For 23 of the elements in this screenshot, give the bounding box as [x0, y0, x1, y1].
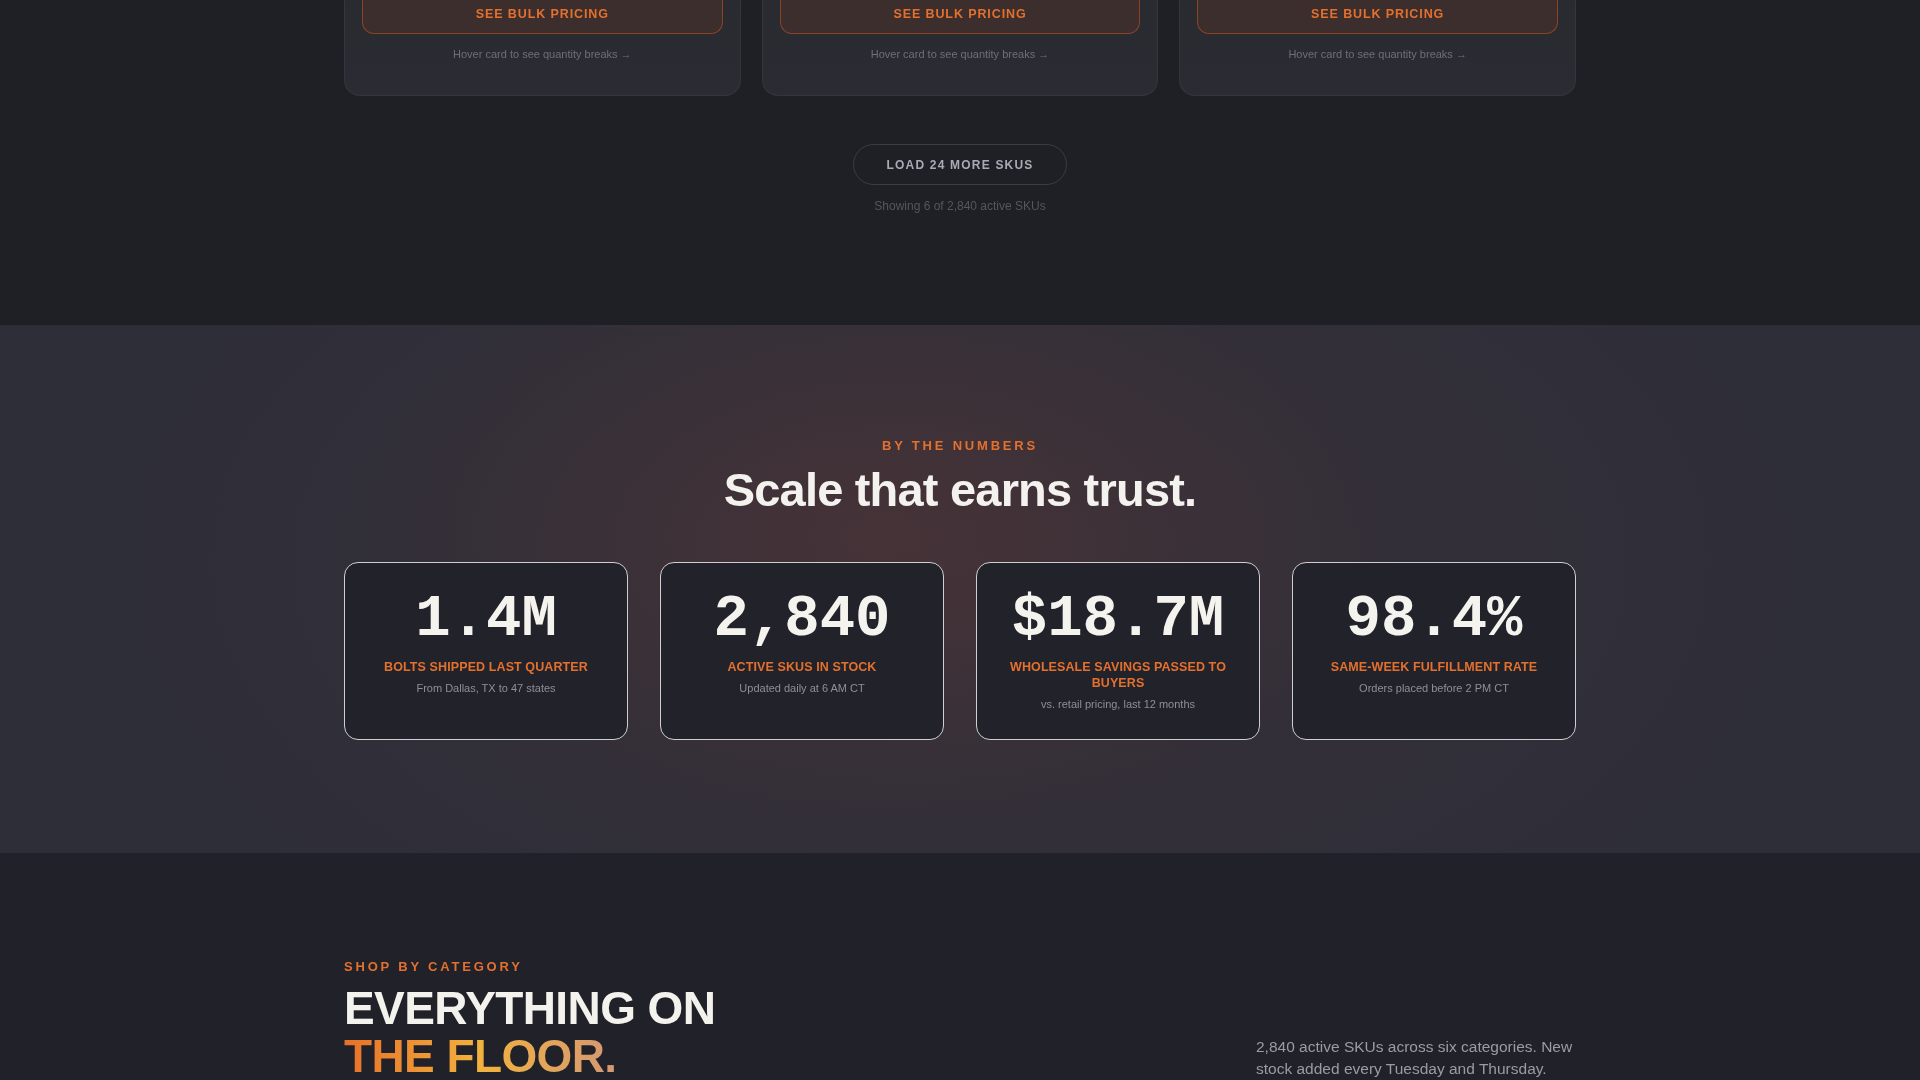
stat-note: Updated daily at 6 AM CT [739, 681, 865, 695]
stat-value: $18.7M [1011, 590, 1225, 649]
stat-note: vs. retail pricing, last 12 months [1040, 697, 1196, 711]
bulk-pricing-button[interactable]: SEE BULK PRICING [1197, 0, 1558, 34]
section-heading: EVERYTHING ON THE FLOOR. [344, 984, 716, 1080]
section-heading: Scale that earns trust. [723, 464, 1197, 516]
bulk-pricing-button[interactable]: SEE BULK PRICING [362, 0, 723, 34]
stat-note: From Dallas, TX to 47 states [416, 681, 556, 695]
stat-note: Orders placed before 2 PM CT [1359, 681, 1509, 695]
section-eyebrow: BY THE NUMBERS [882, 438, 1038, 454]
section-eyebrow: SHOP BY CATEGORY [344, 959, 523, 975]
bulk-pricing-button[interactable]: SEE BULK PRICING [779, 0, 1141, 34]
stat-value: 2,840 [713, 590, 891, 649]
stat-label: SAME-WEEK FULFILLMENT RATE [1330, 659, 1538, 675]
hint-text: Hover card to see quantity breaks → [870, 47, 1050, 61]
stat-value: 1.4M [415, 590, 557, 649]
hint-text: Hover card to see quantity breaks → [453, 47, 632, 61]
category-description: 2,840 active SKUs across six categories. New stock added every Tuesday and Thursday. [1256, 1037, 1574, 1079]
stat-label: ACTIVE SKUS IN STOCK [727, 659, 877, 675]
stat-value: 98.4% [1345, 590, 1523, 649]
stat-label: BOLTS SHIPPED LAST QUARTER [384, 659, 588, 675]
stat-label: WHOLESALE SAVINGS PASSED TO BUYERS [1009, 659, 1227, 691]
hint-text: Hover card to see quantity breaks → [1288, 47, 1467, 61]
